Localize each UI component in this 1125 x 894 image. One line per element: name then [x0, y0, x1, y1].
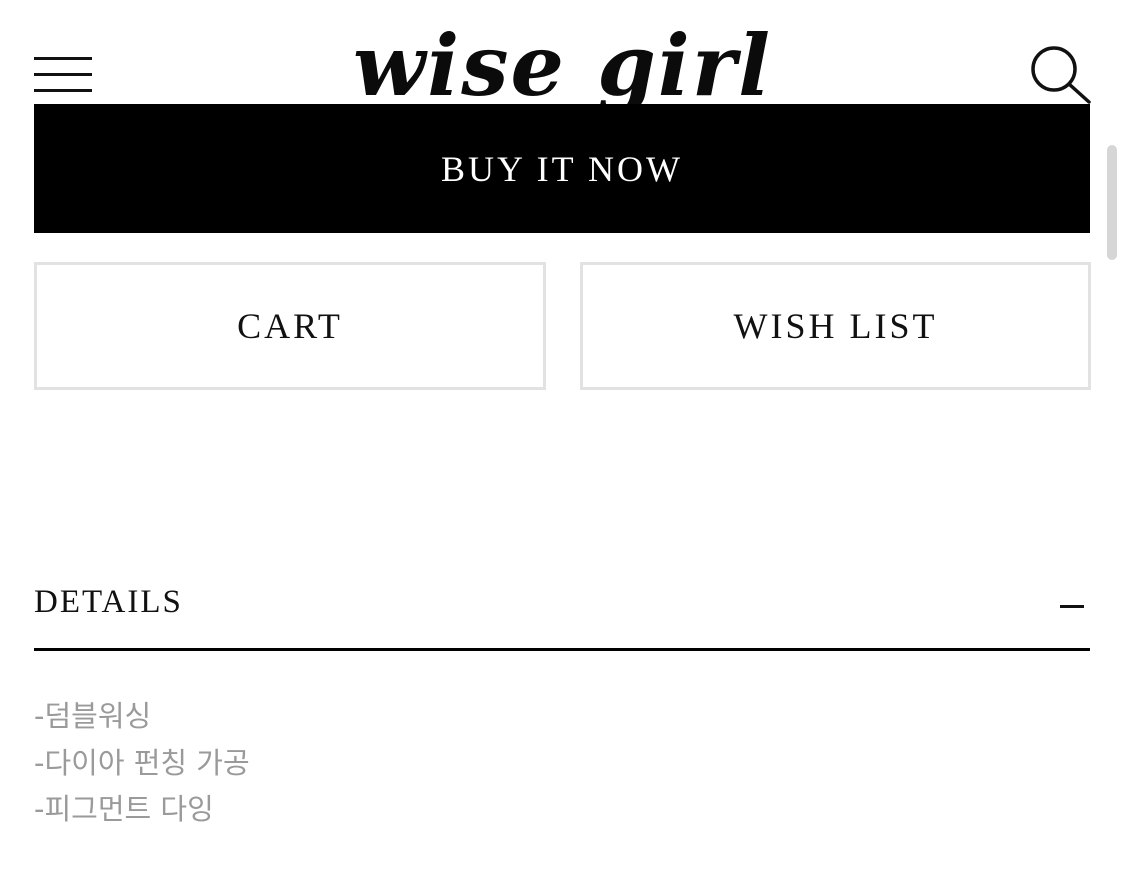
- site-logo[interactable]: wise girl: [0, 6, 1125, 104]
- details-item: -덤블워싱: [34, 699, 152, 733]
- minus-icon[interactable]: [1060, 605, 1084, 608]
- details-list: -덤블워싱 -다이아 펀칭 가공 -피그먼트 다잉: [34, 693, 250, 833]
- wish-list-button[interactable]: WISH LIST: [580, 262, 1091, 390]
- scrollbar-thumb[interactable]: [1107, 145, 1117, 260]
- site-header: wise girl: [0, 0, 1125, 104]
- buy-it-now-button[interactable]: BUY IT NOW: [34, 104, 1090, 233]
- cart-button[interactable]: CART: [34, 262, 546, 390]
- details-accordion-header[interactable]: DETAILS: [34, 570, 1090, 651]
- details-item: -다이아 펀칭 가공: [34, 745, 250, 780]
- search-icon[interactable]: [1028, 42, 1094, 104]
- search-icon-graphic: [1031, 46, 1091, 104]
- details-title: DETAILS: [34, 584, 183, 620]
- details-item: -피그먼트 다잉: [34, 792, 214, 826]
